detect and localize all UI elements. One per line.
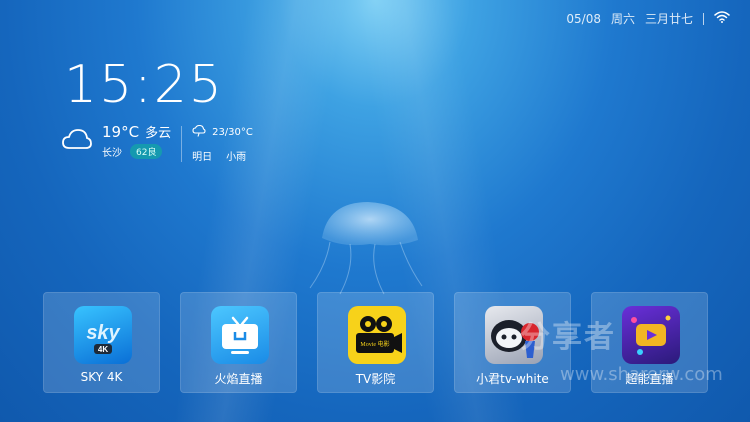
- aqi-badge: 62良: [130, 144, 163, 159]
- jellyfish-image: [309, 202, 423, 295]
- watermark-url: www.sharerw.com: [560, 364, 723, 385]
- sky-4k-icon: sky 4K: [74, 306, 132, 364]
- sky-logo-text: sky: [86, 322, 120, 344]
- forecast-condition: 小雨: [226, 152, 247, 163]
- lunar-date-text: 三月廿七: [644, 12, 693, 26]
- wifi-icon: [714, 11, 730, 26]
- forecast-range: 23/30°C: [212, 127, 253, 138]
- watermark-logo: 分享者: [520, 320, 616, 355]
- app-label: SKY 4K: [80, 370, 123, 384]
- play-icon: [622, 306, 680, 364]
- current-condition: 多云: [145, 126, 172, 141]
- weather-forecast: 23/30°C 明日 小雨: [192, 122, 253, 163]
- current-temperature: 19°C: [102, 123, 140, 141]
- weather-widget[interactable]: 19°C 多云 长沙 62良 23/30°C 明日 小雨: [62, 122, 253, 163]
- cloud-icon: [62, 128, 92, 150]
- forecast-day: 明日: [192, 152, 213, 163]
- tv-icon: [211, 306, 269, 364]
- weekday-text: 周六: [610, 12, 635, 26]
- app-label: 火焰直播: [214, 372, 263, 386]
- date-text: 05/08: [566, 11, 601, 26]
- app-tile-tv-cinema[interactable]: Movie 电影 TV影院: [317, 292, 434, 393]
- weather-current: 19°C 多云 长沙 62良: [102, 122, 171, 159]
- status-bar: 05/08 周六 三月廿七: [566, 10, 730, 27]
- clock-time: 15:25: [64, 55, 224, 115]
- weather-divider: [181, 126, 183, 162]
- status-divider: [703, 12, 704, 25]
- film-camera-icon: Movie 电影: [348, 306, 406, 364]
- app-tile-sky-4k[interactable]: sky 4K SKY 4K: [43, 292, 160, 393]
- app-label: TV影院: [355, 372, 396, 386]
- app-label: 小君tv-white: [476, 372, 549, 386]
- city-name: 长沙: [102, 148, 122, 159]
- movie-icon-text: Movie 电影: [360, 340, 389, 348]
- app-tile-huoyan[interactable]: 火焰直播: [180, 292, 297, 393]
- sky-4k-badge-text: 4K: [98, 345, 108, 354]
- rain-cloud-icon: [192, 124, 206, 140]
